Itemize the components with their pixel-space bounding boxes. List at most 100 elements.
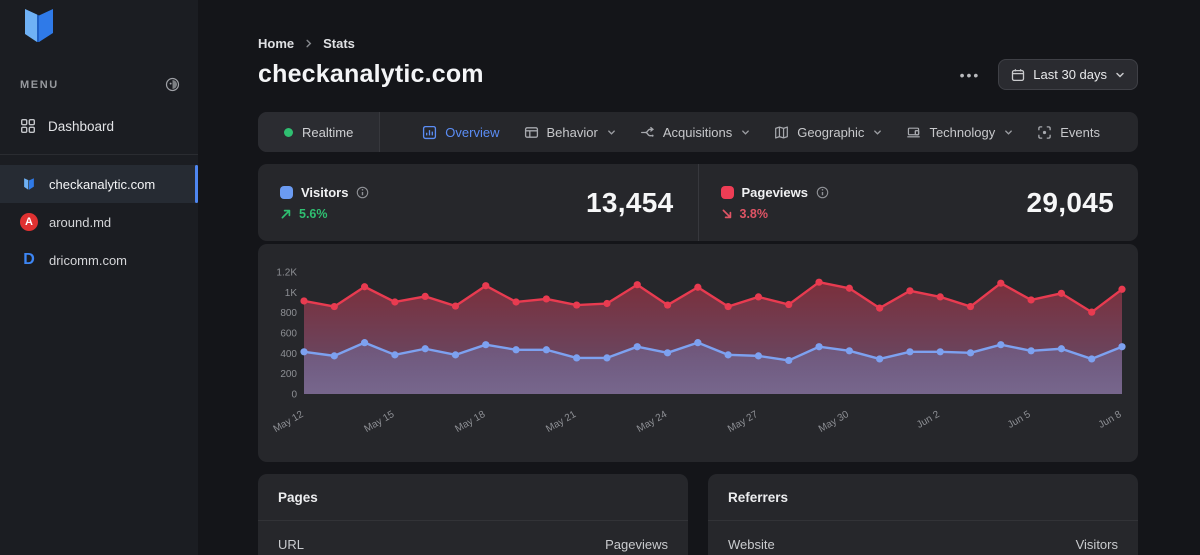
chevron-down-icon <box>1115 70 1125 80</box>
visitors-color-swatch <box>280 186 293 199</box>
tab-behavior[interactable]: Behavior <box>524 125 616 140</box>
svg-text:200: 200 <box>280 369 297 380</box>
referrers-table-header: Website Visitors <box>708 521 1138 555</box>
tab-realtime[interactable]: Realtime <box>258 112 380 152</box>
svg-text:1.2K: 1.2K <box>276 268 297 279</box>
pageviews-label: Pageviews <box>742 185 809 200</box>
tab-label: Behavior <box>547 125 598 140</box>
chevron-right-icon <box>304 39 313 48</box>
svg-text:0: 0 <box>291 390 297 401</box>
main-content: Home Stats checkanalytic.com ••• Last 30… <box>198 0 1200 555</box>
overview-chart-icon <box>422 125 437 140</box>
svg-text:Jun 8: Jun 8 <box>1097 409 1124 431</box>
tab-overview[interactable]: Overview <box>422 125 499 140</box>
tab-label: Realtime <box>302 125 353 140</box>
pageviews-value: 29,045 <box>1027 187 1114 219</box>
sidebar-item-dashboard[interactable]: Dashboard <box>0 106 198 146</box>
page-title: checkanalytic.com <box>258 60 484 89</box>
site-label: dricomm.com <box>49 253 127 268</box>
breadcrumb: Home Stats <box>258 0 1138 51</box>
column-url[interactable]: URL <box>278 537 304 552</box>
site-label: around.md <box>49 215 111 230</box>
pageviews-change: 3.8% <box>740 207 769 221</box>
svg-text:May 15: May 15 <box>362 409 396 435</box>
acquisitions-split-icon <box>640 125 655 140</box>
dricomm-logo-icon: D <box>20 251 38 269</box>
geographic-map-icon <box>774 125 789 140</box>
tab-label: Acquisitions <box>663 125 732 140</box>
tab-events[interactable]: Events <box>1037 125 1100 140</box>
behavior-window-icon <box>524 125 539 140</box>
dashboard-grid-icon <box>20 118 36 134</box>
column-pageviews[interactable]: Pageviews <box>605 537 668 552</box>
svg-text:800: 800 <box>280 308 297 319</box>
detail-tables: Pages URL Pageviews Referrers Website Vi… <box>258 474 1138 555</box>
visitors-value: 13,454 <box>586 187 673 219</box>
trend-down-icon <box>721 208 733 220</box>
pages-card: Pages URL Pageviews <box>258 474 688 555</box>
svg-text:600: 600 <box>280 329 297 340</box>
technology-devices-icon <box>906 125 921 140</box>
sidebar-item-label: Dashboard <box>48 119 114 134</box>
chevron-down-icon <box>873 128 882 137</box>
sidebar-divider <box>0 154 198 155</box>
referrers-card-title: Referrers <box>728 490 788 505</box>
app-logo[interactable] <box>0 0 198 53</box>
tab-technology[interactable]: Technology <box>906 125 1013 140</box>
tab-label: Events <box>1060 125 1100 140</box>
trend-up-icon <box>280 208 292 220</box>
chevron-down-icon <box>741 128 750 137</box>
column-visitors[interactable]: Visitors <box>1076 537 1118 552</box>
svg-text:May 30: May 30 <box>817 409 851 435</box>
pageviews-color-swatch <box>721 186 734 199</box>
tab-acquisitions[interactable]: Acquisitions <box>640 125 750 140</box>
traffic-chart[interactable]: 0 200 400 600 800 1K 1.2K May 12 May 15 May 18 May… <box>258 244 1138 462</box>
checkanalytic-logo-icon <box>20 175 38 193</box>
date-range-label: Last 30 days <box>1033 67 1107 82</box>
stats-summary: Visitors 5.6% 13,454 <box>258 164 1138 241</box>
realtime-status-dot <box>284 128 293 137</box>
pages-card-title: Pages <box>278 490 318 505</box>
chevron-down-icon <box>1004 128 1013 137</box>
visitors-change: 5.6% <box>299 207 328 221</box>
menu-section-label: MENU <box>20 79 59 91</box>
sidebar-site-checkanalytic[interactable]: checkanalytic.com <box>0 165 198 203</box>
svg-text:May 12: May 12 <box>272 409 306 435</box>
site-label: checkanalytic.com <box>49 177 155 192</box>
pages-table-header: URL Pageviews <box>258 521 688 555</box>
tab-geographic[interactable]: Geographic <box>774 125 882 140</box>
visitors-label: Visitors <box>301 185 348 200</box>
breadcrumb-current: Stats <box>323 36 355 51</box>
theme-toggle-icon[interactable] <box>165 77 180 92</box>
svg-text:400: 400 <box>280 349 297 360</box>
stats-tabbar: Realtime Overview Beh <box>258 112 1138 152</box>
app-logo-icon <box>16 6 62 48</box>
calendar-icon <box>1011 68 1025 82</box>
events-target-icon <box>1037 125 1052 140</box>
sidebar-site-around[interactable]: A around.md <box>0 203 198 241</box>
sidebar: MENU Dashboard checka <box>0 0 198 555</box>
traffic-chart-card: 0 200 400 600 800 1K 1.2K May 12 May 15 May 18 May… <box>258 244 1138 462</box>
sidebar-site-dricomm[interactable]: D dricomm.com <box>0 241 198 279</box>
svg-text:May 18: May 18 <box>453 409 487 435</box>
pageviews-stat-card[interactable]: Pageviews 3.8% 29,045 <box>698 164 1139 241</box>
info-icon[interactable] <box>356 186 369 199</box>
svg-text:1K: 1K <box>285 288 298 299</box>
svg-text:Jun 2: Jun 2 <box>915 409 942 431</box>
tab-label: Geographic <box>797 125 864 140</box>
more-options-button[interactable]: ••• <box>960 67 981 83</box>
svg-text:Jun 5: Jun 5 <box>1006 409 1033 431</box>
column-website[interactable]: Website <box>728 537 775 552</box>
chevron-down-icon <box>607 128 616 137</box>
around-logo-icon: A <box>20 213 38 231</box>
svg-text:May 21: May 21 <box>544 409 578 435</box>
tab-label: Overview <box>445 125 499 140</box>
breadcrumb-home[interactable]: Home <box>258 36 294 51</box>
svg-text:May 24: May 24 <box>635 409 669 435</box>
visitors-stat-card[interactable]: Visitors 5.6% 13,454 <box>258 164 698 241</box>
tab-label: Technology <box>929 125 995 140</box>
svg-text:May 27: May 27 <box>726 409 760 435</box>
info-icon[interactable] <box>816 186 829 199</box>
referrers-card: Referrers Website Visitors <box>708 474 1138 555</box>
date-range-button[interactable]: Last 30 days <box>998 59 1138 90</box>
